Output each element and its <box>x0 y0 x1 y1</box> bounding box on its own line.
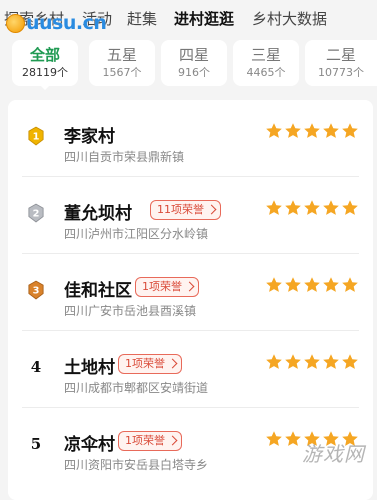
star-icon <box>342 431 358 446</box>
star-icon <box>304 354 320 369</box>
rank-badge: 4 <box>28 357 44 377</box>
village-address: 四川资阳市安岳县白塔寺乡 <box>64 458 209 472</box>
top-nav: 探索乡村 活动 赶集 进村逛逛 乡村大数据 uusu.cn <box>0 0 377 36</box>
star-icon <box>323 200 339 215</box>
gold-medal-icon: 1 <box>28 126 44 146</box>
star-icon <box>304 277 320 292</box>
honor-label: 1项荣誉 <box>125 357 165 370</box>
village-name: 佳和社区 <box>64 281 132 301</box>
svg-text:1: 1 <box>33 132 40 143</box>
star-icon <box>266 431 282 446</box>
village-name: 土地村 <box>64 358 115 378</box>
silver-medal-icon: 2 <box>28 203 44 223</box>
rank-badge: 1 <box>28 126 44 146</box>
tab-all[interactable]: 全部 28119个 <box>12 40 78 90</box>
list-item[interactable]: 1 李家村 四川自贡市荣县鼎新镇 <box>22 100 359 177</box>
village-name: 李家村 <box>64 127 115 147</box>
honor-badge[interactable]: 1项荣誉 <box>118 431 182 451</box>
honor-label: 11项荣誉 <box>157 203 204 216</box>
star-icon <box>323 277 339 292</box>
chevron-right-icon <box>206 204 217 215</box>
tab-count: 1567个 <box>102 66 142 79</box>
bronze-medal-icon: 3 <box>28 280 44 300</box>
star-icon <box>304 431 320 446</box>
tab-three-star[interactable]: 三星 4465个 <box>233 40 299 86</box>
star-icon <box>342 277 358 292</box>
tab-count: 28119个 <box>22 66 68 79</box>
village-name: 董允坝村 <box>64 204 132 224</box>
tab-five-star[interactable]: 五星 1567个 <box>89 40 155 86</box>
star-filter-tabs: 全部 28119个 五星 1567个 四星 916个 三星 4465个 二星 1… <box>0 36 377 92</box>
list-item[interactable]: 5 凉伞村 1项荣誉 四川资阳市安岳县白塔寺乡 <box>22 408 359 484</box>
village-address: 四川自贡市荣县鼎新镇 <box>64 150 185 164</box>
honor-label: 1项荣誉 <box>125 434 165 447</box>
chevron-right-icon <box>184 281 195 292</box>
rank-badge: 3 <box>28 280 44 300</box>
star-icon <box>266 200 282 215</box>
rank-number: 5 <box>30 435 42 453</box>
rank-badge: 5 <box>28 434 44 454</box>
nav-item-explore[interactable]: 探索乡村 <box>4 8 64 29</box>
rank-badge: 2 <box>28 203 44 223</box>
list-item[interactable]: 2 董允坝村 11项荣誉 四川泸州市江阳区分水岭镇 <box>22 177 359 254</box>
star-icon <box>304 200 320 215</box>
tab-four-star[interactable]: 四星 916个 <box>161 40 227 86</box>
nav-item-market[interactable]: 赶集 <box>127 8 157 29</box>
star-icon <box>285 431 301 446</box>
honor-label: 1项荣誉 <box>142 280 182 293</box>
tab-count: 10773个 <box>318 66 364 79</box>
tab-label: 五星 <box>106 46 137 64</box>
star-icon <box>266 354 282 369</box>
star-rating <box>265 199 359 217</box>
star-icon <box>266 277 282 292</box>
village-address: 四川成都市郫都区安靖街道 <box>64 381 209 395</box>
list-item[interactable]: 4 土地村 1项荣誉 四川成都市郫都区安靖街道 <box>22 331 359 408</box>
tab-label: 全部 <box>29 46 60 64</box>
star-icon <box>342 354 358 369</box>
nav-item-visit-village[interactable]: 进村逛逛 <box>174 8 234 29</box>
honor-badge[interactable]: 1项荣誉 <box>135 277 199 297</box>
star-icon <box>285 200 301 215</box>
star-icon <box>342 200 358 215</box>
tab-label: 二星 <box>325 46 356 64</box>
star-icon <box>323 123 339 138</box>
tab-count: 4465个 <box>246 66 286 79</box>
svg-text:3: 3 <box>33 286 40 297</box>
rank-number: 4 <box>30 358 42 376</box>
star-rating <box>265 430 359 448</box>
nav-item-activity[interactable]: 活动 <box>82 8 112 29</box>
list-item[interactable]: 3 佳和社区 1项荣誉 四川广安市岳池县酉溪镇 <box>22 254 359 331</box>
nav-item-rural-data[interactable]: 乡村大数据 <box>252 8 327 29</box>
star-icon <box>285 277 301 292</box>
star-icon <box>342 123 358 138</box>
tab-label: 三星 <box>250 46 281 64</box>
chevron-right-icon <box>167 435 178 446</box>
star-rating <box>265 353 359 371</box>
star-icon <box>285 123 301 138</box>
star-icon <box>285 354 301 369</box>
village-ranking-list: 1 李家村 四川自贡市荣县鼎新镇 2 董允坝村 11项荣誉 四川泸州市江阳区分水… <box>8 100 373 500</box>
star-icon <box>323 354 339 369</box>
village-name: 凉伞村 <box>64 435 115 455</box>
star-rating <box>265 122 359 140</box>
star-rating <box>265 276 359 294</box>
honor-badge[interactable]: 1项荣誉 <box>118 354 182 374</box>
village-address: 四川泸州市江阳区分水岭镇 <box>64 227 209 241</box>
star-icon <box>323 431 339 446</box>
star-icon <box>304 123 320 138</box>
chevron-right-icon <box>167 358 178 369</box>
star-icon <box>266 123 282 138</box>
tab-two-star[interactable]: 二星 10773个 <box>305 40 377 86</box>
tab-label: 四星 <box>178 46 209 64</box>
svg-text:2: 2 <box>33 209 40 220</box>
village-address: 四川广安市岳池县酉溪镇 <box>64 304 197 318</box>
tab-count: 916个 <box>178 66 210 79</box>
honor-badge[interactable]: 11项荣誉 <box>150 200 221 220</box>
